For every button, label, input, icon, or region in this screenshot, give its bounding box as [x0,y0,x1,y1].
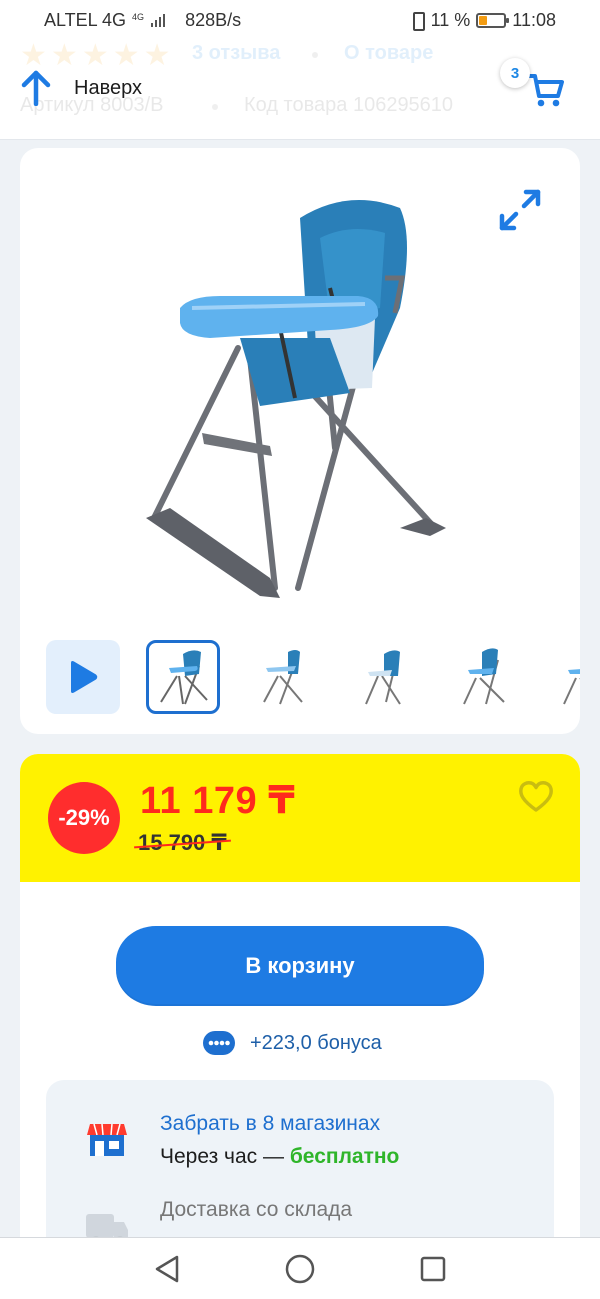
gallery-card [20,148,580,734]
ghost-dot [312,52,318,58]
star-icon: ★ [81,40,109,72]
ghost-reviews: 3 отзыва [192,42,281,64]
pickup-free-label: бесплатно [289,1145,400,1168]
home-circle-icon [285,1254,315,1283]
back-to-top-label: Наверх [74,76,142,99]
old-price: 15 790 ₸ [138,830,227,855]
cart-icon [526,74,564,107]
thumbnail-image [365,650,401,705]
product-image[interactable] [130,178,460,608]
expand-icon[interactable] [496,186,544,234]
warehouse-delivery-title: Доставка со склада [160,1198,353,1221]
pickup-link[interactable]: Забрать в 8 магазинах [160,1112,380,1136]
battery-percent: 11 % [430,9,471,30]
back-triangle-icon [155,1255,178,1282]
store-icon [87,1123,127,1156]
star-icon: ★ [50,40,78,72]
ghost-rating: ★ ★ ★ ★ ★ [20,40,171,73]
ghost-product-code: Код товара 106295610 [244,94,454,116]
bonus-card-icon [203,1031,235,1055]
nav-back-button[interactable] [147,1249,187,1289]
system-nav-bar [0,1237,600,1299]
image-thumbnail[interactable] [246,640,320,714]
heart-icon[interactable] [518,780,554,814]
cart-count-badge: 3 [500,58,530,88]
thumbnail-image [263,650,303,705]
pickup-details: Через час — бесплатно [160,1145,399,1169]
star-icon: ★ [112,40,140,72]
thumbnail-image [563,669,580,705]
up-arrow-icon [21,70,51,106]
cart-button[interactable]: 3 [500,58,570,118]
signal-icon [151,13,166,27]
nav-recents-button[interactable] [413,1249,453,1289]
status-left: ALTEL 4G 4G 828B/s [44,10,241,31]
carrier-name: ALTEL 4G [44,9,127,30]
bonus-text: +223,0 бонуса [250,1031,382,1054]
clock: 11:08 [512,9,556,30]
status-right: 11 % 11:08 [409,10,556,31]
play-icon [71,661,98,693]
thumbnail-strip [46,640,580,716]
price-band: -29% 11 179 ₸ 15 790 ₸ [20,754,580,882]
add-to-cart-button[interactable]: В корзину [116,926,484,1006]
battery-icon [476,12,510,28]
ghost-dot [212,104,218,110]
star-icon: ★ [143,40,171,72]
ghost-about: О товаре [344,42,434,64]
network-speed: 828B/s [185,9,242,30]
vibrate-icon [409,11,425,31]
image-thumbnail[interactable] [146,640,220,714]
recents-square-icon [421,1256,446,1281]
discount-badge: -29% [48,782,120,854]
thumbnail-image [463,648,505,705]
bonus-row: +223,0 бонуса [202,1030,382,1056]
thumbnail-image [160,650,208,705]
status-bar: ALTEL 4G 4G 828B/s 11 % 11:08 [0,0,600,40]
network-type: 4G [132,11,145,22]
back-to-top-button[interactable]: Наверх [20,70,142,106]
current-price: 11 179 ₸ [140,780,296,822]
image-thumbnail[interactable] [546,640,580,714]
video-thumbnail[interactable] [46,640,120,714]
nav-home-button[interactable] [280,1249,320,1289]
sticky-header: ★ ★ ★ ★ ★ 3 отзыва О товаре Артикул 8003… [0,40,600,140]
pickup-time: Через час — [160,1145,290,1168]
battery-fill [479,15,488,25]
star-icon: ★ [20,40,47,72]
image-thumbnail[interactable] [446,640,520,714]
image-thumbnail[interactable] [346,640,420,714]
price-card: -29% 11 179 ₸ 15 790 ₸ В корзину +223,0 … [20,754,580,1299]
